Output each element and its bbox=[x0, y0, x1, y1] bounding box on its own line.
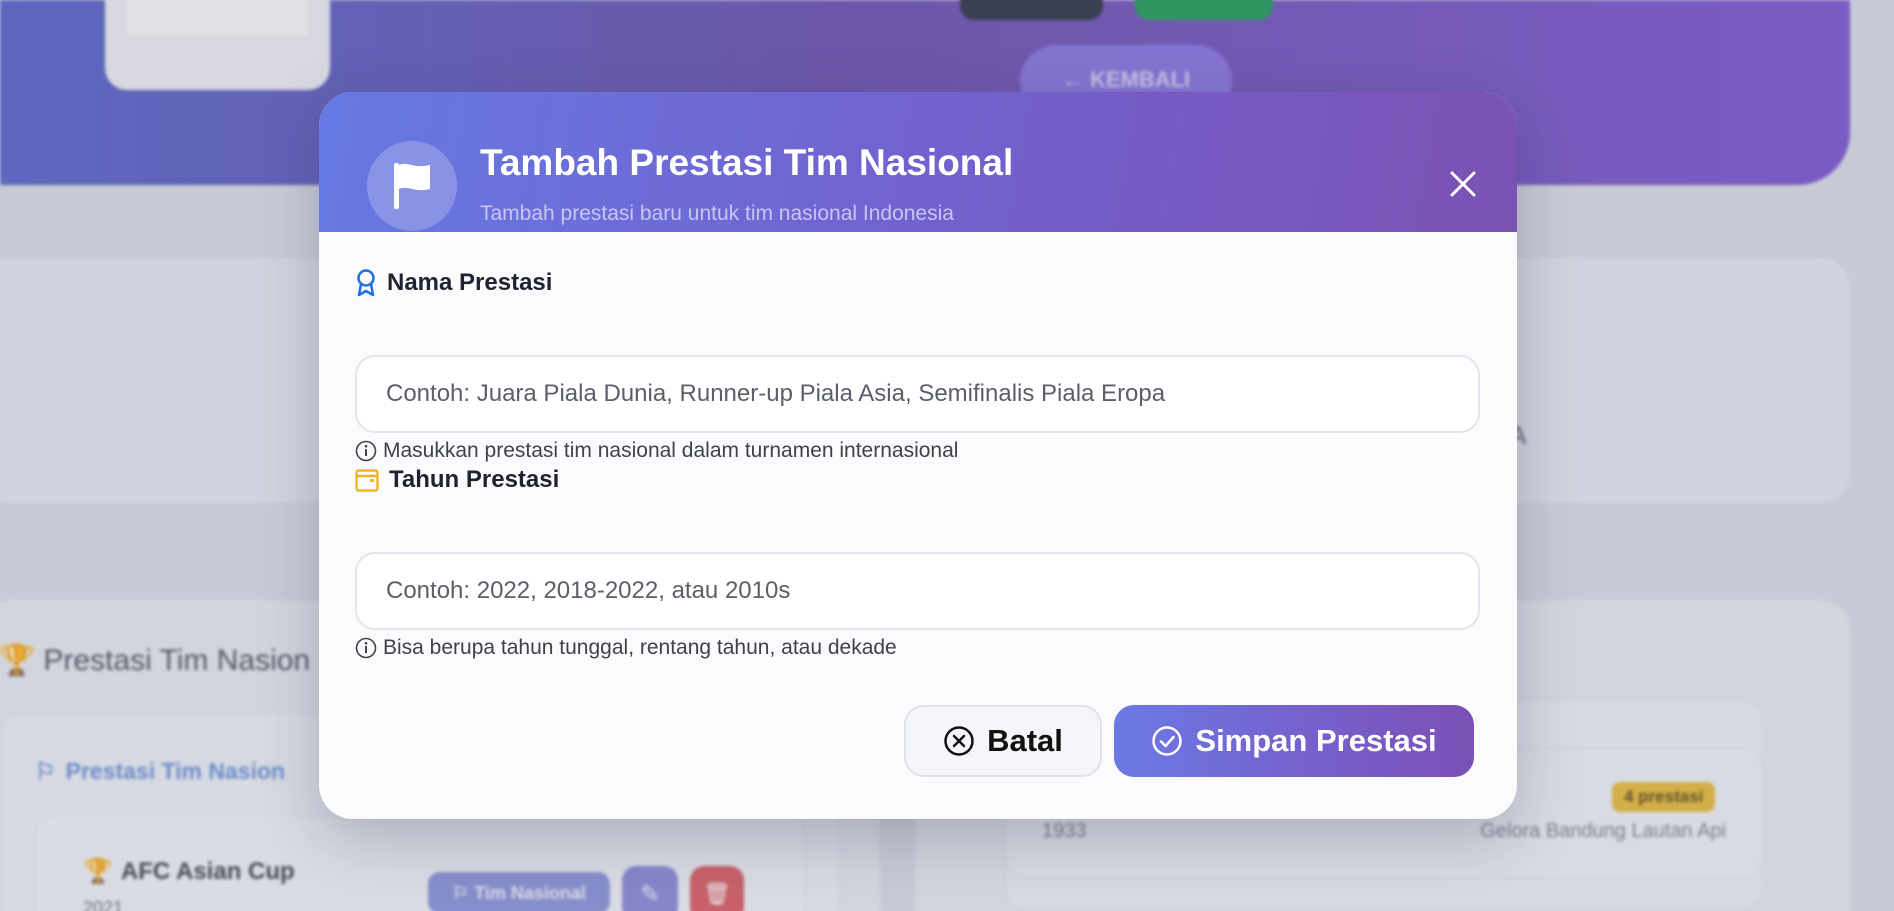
close-icon bbox=[1450, 171, 1476, 197]
cancel-button-label: Batal bbox=[987, 723, 1063, 758]
year-field-hint: Bisa berupa tahun tunggal, rentang tahun… bbox=[355, 636, 897, 660]
flag-icon bbox=[394, 163, 430, 209]
name-field-hint: Masukkan prestasi tim nasional dalam tur… bbox=[355, 439, 958, 463]
achievement-name-input[interactable] bbox=[355, 355, 1480, 433]
circle-check-icon bbox=[1152, 726, 1183, 756]
add-achievement-modal: Tambah Prestasi Tim Nasional Tambah pres… bbox=[319, 92, 1517, 819]
modal-subtitle: Tambah prestasi baru untuk tim nasional … bbox=[480, 202, 954, 225]
calendar-icon bbox=[355, 469, 379, 492]
header-icon-badge bbox=[367, 141, 457, 231]
modal-title: Tambah Prestasi Tim Nasional bbox=[480, 142, 1014, 183]
cancel-button[interactable]: Batal bbox=[904, 705, 1102, 777]
save-achievement-button[interactable]: Simpan Prestasi bbox=[1114, 705, 1474, 777]
info-icon bbox=[355, 637, 377, 659]
name-field-label: Nama Prestasi bbox=[355, 269, 552, 297]
circle-x-icon bbox=[944, 726, 974, 756]
achievement-year-input[interactable] bbox=[355, 552, 1480, 630]
modal-header: Tambah Prestasi Tim Nasional Tambah pres… bbox=[319, 92, 1517, 232]
info-icon bbox=[355, 440, 377, 462]
close-button[interactable] bbox=[1441, 162, 1485, 206]
award-icon bbox=[357, 269, 375, 297]
year-field-label: Tahun Prestasi bbox=[355, 466, 559, 494]
save-button-label: Simpan Prestasi bbox=[1195, 723, 1437, 758]
